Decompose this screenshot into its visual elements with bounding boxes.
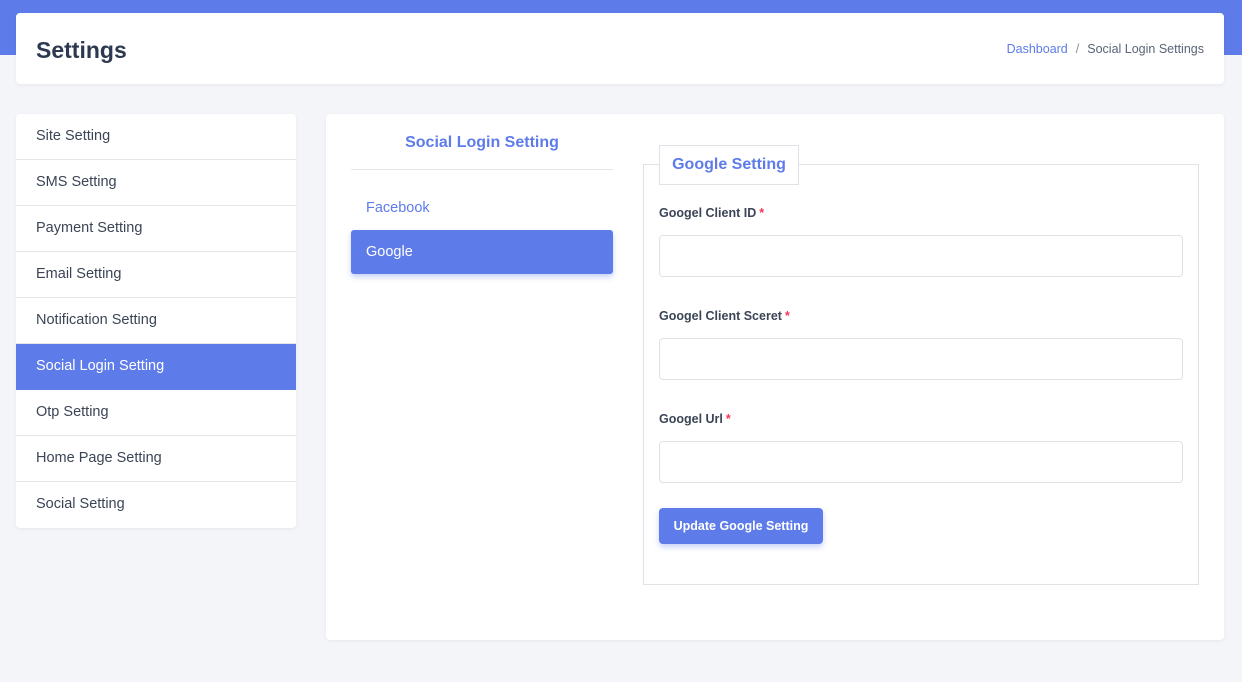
- social-tab-google[interactable]: Google: [351, 230, 613, 274]
- sidebar-item-notification-setting[interactable]: Notification Setting: [16, 298, 296, 344]
- client-id-input[interactable]: [659, 235, 1183, 277]
- sidebar-item-social-setting[interactable]: Social Setting: [16, 482, 296, 528]
- social-tab-facebook[interactable]: Facebook: [351, 186, 613, 230]
- social-nav-title: Social Login Setting: [351, 114, 613, 170]
- breadcrumb-separator: /: [1075, 42, 1080, 56]
- required-mark: *: [784, 309, 790, 323]
- sidebar-item-site-setting[interactable]: Site Setting: [16, 114, 296, 160]
- breadcrumb-dashboard-link[interactable]: Dashboard: [1007, 42, 1068, 56]
- sidebar-item-home-page-setting[interactable]: Home Page Setting: [16, 436, 296, 482]
- social-provider-nav: Social Login Setting Facebook Google: [351, 114, 613, 274]
- google-setting-fieldset: Google Setting Googel Client ID * Googel …: [643, 145, 1199, 585]
- settings-sidebar: Site Setting SMS Setting Payment Setting…: [16, 114, 296, 528]
- page-header: Settings Dashboard / Social Login Settin…: [16, 13, 1224, 84]
- sidebar-item-social-login-setting[interactable]: Social Login Setting: [16, 344, 296, 390]
- update-google-setting-button[interactable]: Update Google Setting: [659, 508, 823, 544]
- required-mark: *: [759, 206, 765, 220]
- client-secret-label: Googel Client Sceret *: [659, 309, 790, 323]
- client-id-label-text: Googel Client ID: [659, 206, 757, 220]
- breadcrumb: Dashboard / Social Login Settings: [1007, 42, 1204, 56]
- client-id-label: Googel Client ID *: [659, 206, 764, 220]
- client-secret-input[interactable]: [659, 338, 1183, 380]
- url-input[interactable]: [659, 441, 1183, 483]
- social-login-panel: Social Login Setting Facebook Google Goo…: [326, 114, 1224, 640]
- client-secret-label-text: Googel Client Sceret: [659, 309, 782, 323]
- sidebar-item-otp-setting[interactable]: Otp Setting: [16, 390, 296, 436]
- url-label-text: Googel Url: [659, 412, 723, 426]
- google-setting-legend: Google Setting: [659, 145, 799, 185]
- page-title: Settings: [36, 37, 127, 63]
- sidebar-item-payment-setting[interactable]: Payment Setting: [16, 206, 296, 252]
- url-label: Googel Url *: [659, 412, 731, 426]
- breadcrumb-current: Social Login Settings: [1087, 42, 1204, 56]
- required-mark: *: [725, 412, 731, 426]
- sidebar-item-email-setting[interactable]: Email Setting: [16, 252, 296, 298]
- sidebar-item-sms-setting[interactable]: SMS Setting: [16, 160, 296, 206]
